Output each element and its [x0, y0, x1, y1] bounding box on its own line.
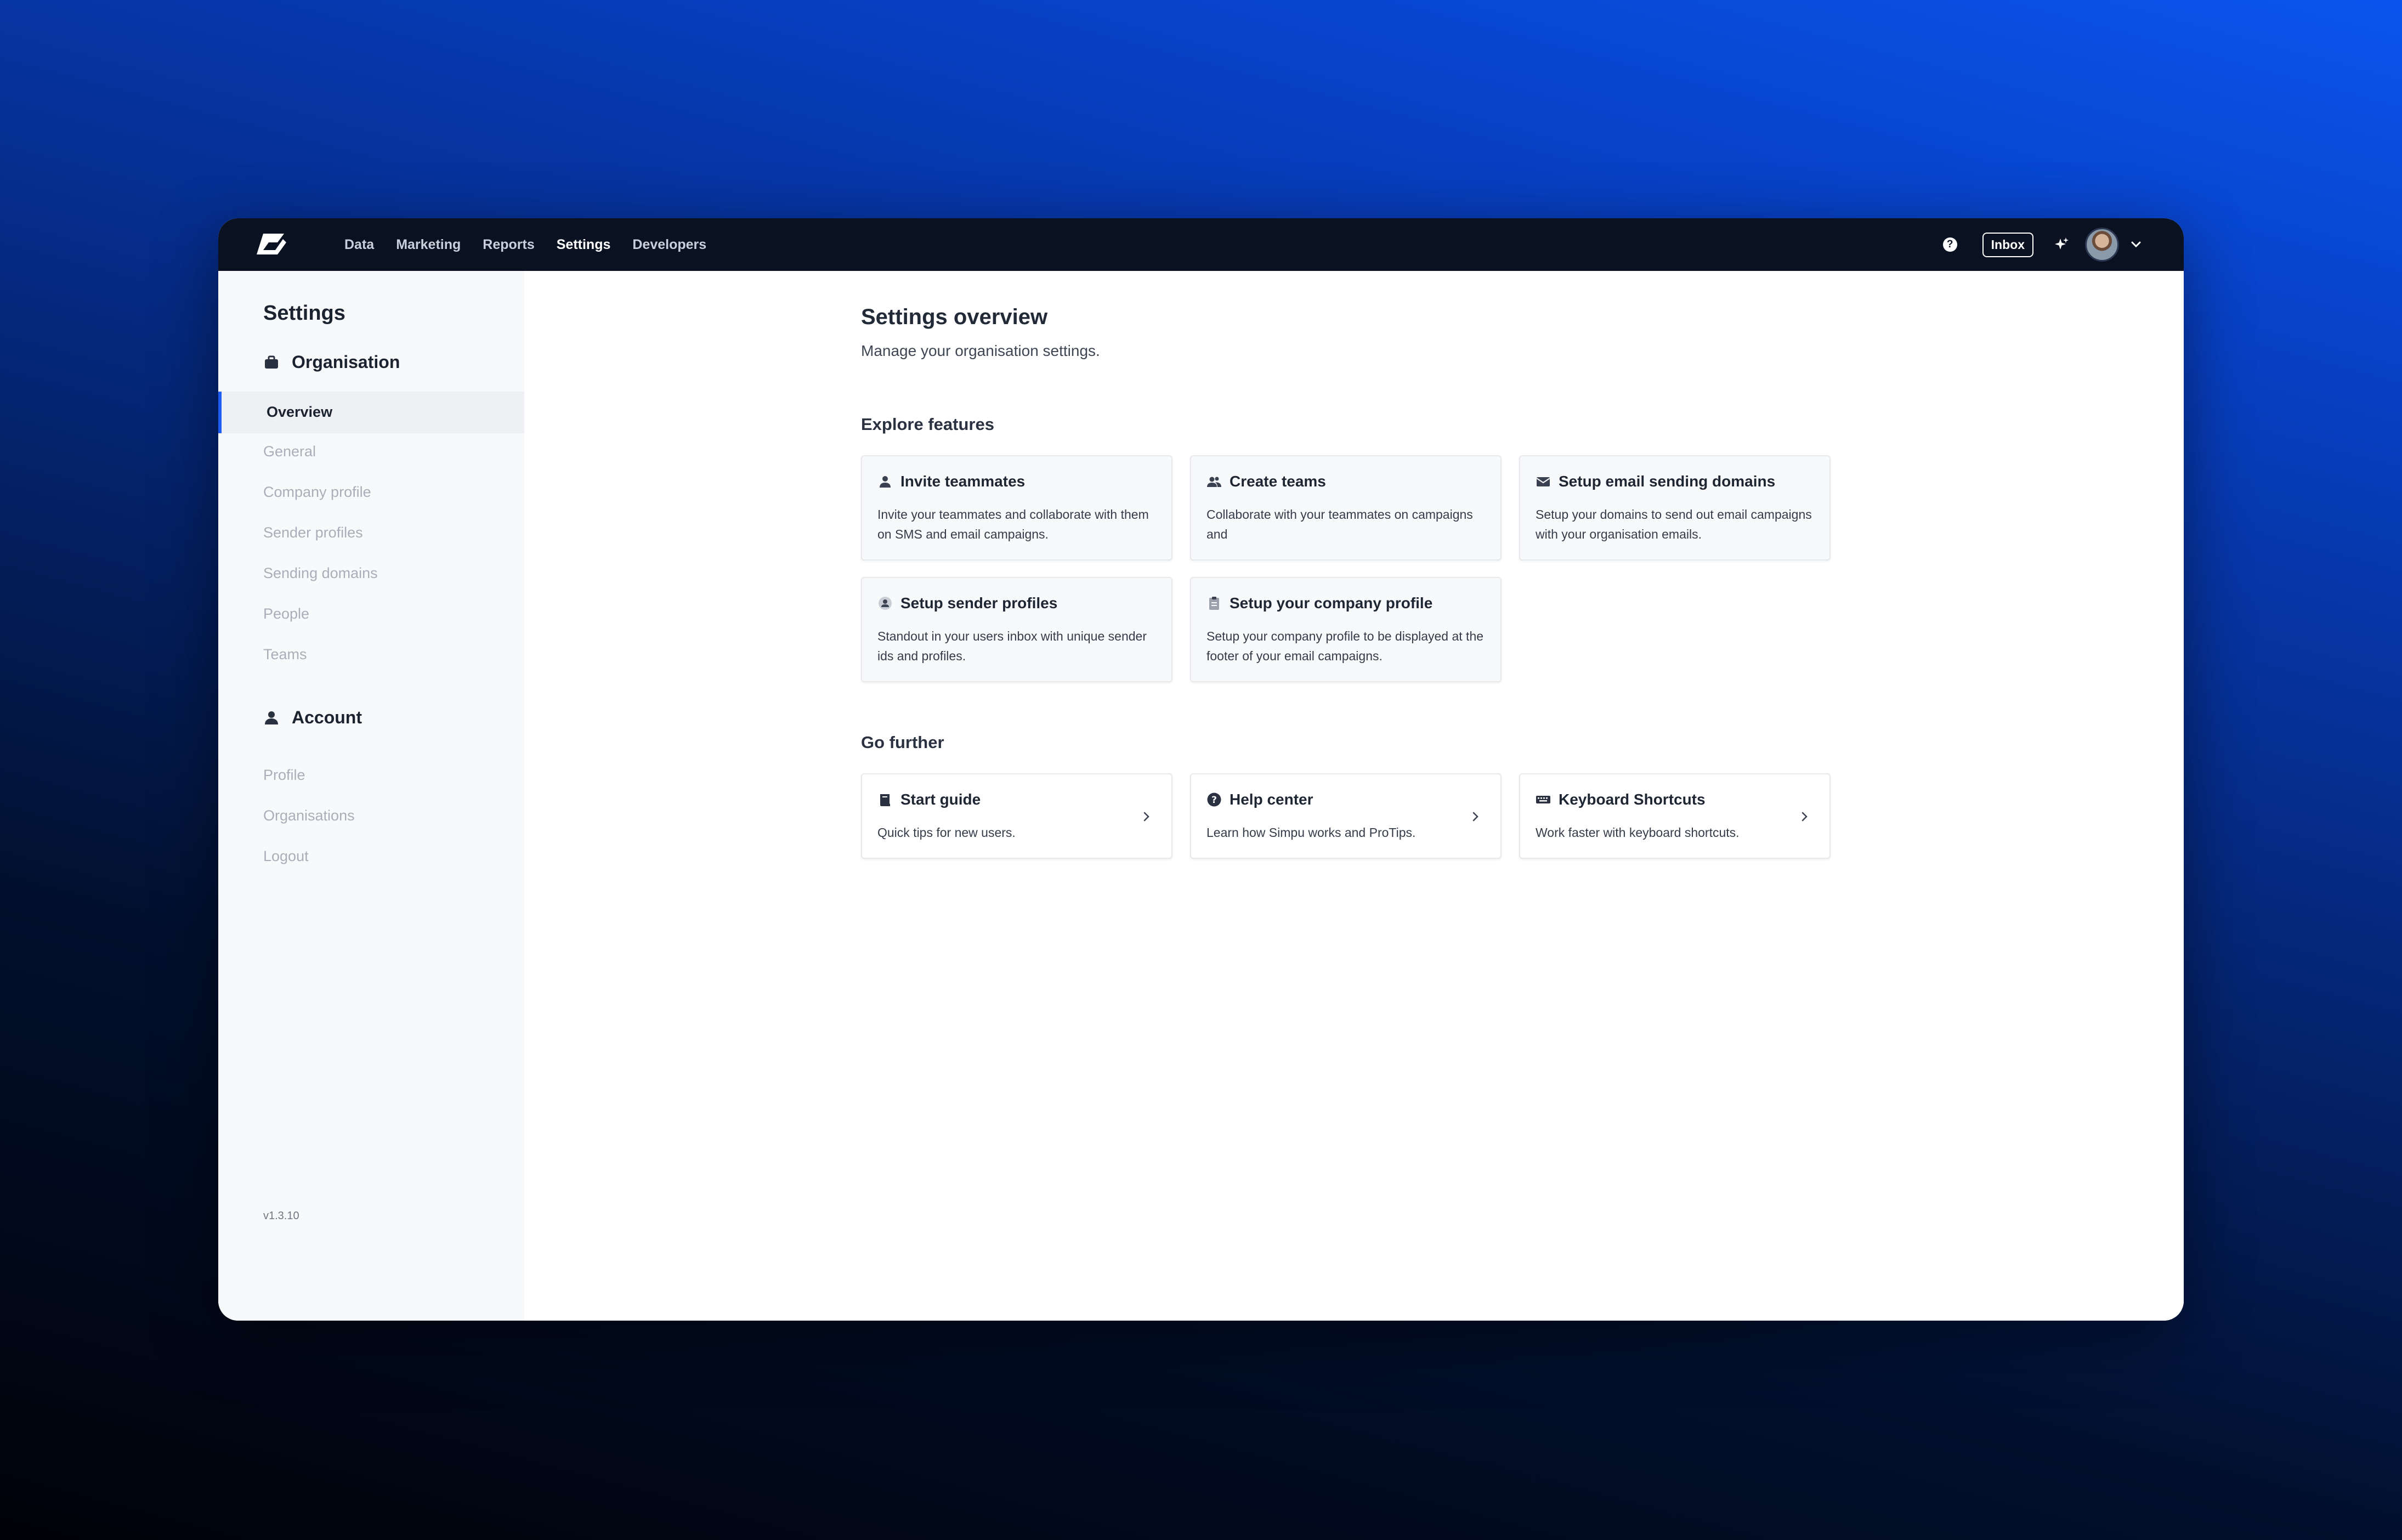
nav-actions: ? Inbox: [1942, 218, 2142, 271]
sidebar-item-sending-domains[interactable]: Sending domains: [263, 565, 378, 582]
sidebar-item-organisations[interactable]: Organisations: [263, 807, 355, 824]
app-window: Data Marketing Reports Settings Develope…: [218, 218, 2184, 1321]
sidebar-item-label: Overview: [267, 404, 333, 420]
card-title: Setup sender profiles: [900, 595, 1058, 612]
sidebar-section-organisation: Organisation: [263, 352, 400, 372]
feature-card-company-profile[interactable]: Setup your company profile Setup your co…: [1190, 577, 1502, 682]
card-title-row: ? Help center: [1206, 791, 1313, 808]
card-description: Setup your domains to send out email cam…: [1536, 507, 1812, 541]
chevron-right-icon: [1802, 812, 1808, 822]
card-title-row: Create teams: [1206, 473, 1326, 490]
feature-card-sender-profiles[interactable]: Setup sender profiles Standout in your u…: [861, 577, 1172, 682]
sidebar-item-logout[interactable]: Logout: [263, 848, 309, 865]
sidebar-item-people[interactable]: People: [263, 605, 309, 622]
card-title: Start guide: [900, 791, 981, 808]
sidebar-section-account: Account: [263, 707, 362, 728]
nav-developers[interactable]: Developers: [632, 237, 706, 253]
card-title: Invite teammates: [900, 473, 1026, 490]
book-icon: [880, 794, 890, 806]
feature-card-email-domains[interactable]: Setup email sending domains Setup your d…: [1519, 455, 1831, 560]
page-title: Settings overview: [861, 305, 1048, 329]
sparkle-icon[interactable]: [2053, 236, 2070, 253]
user-icon: [265, 711, 278, 724]
card-title-row: Keyboard Shortcuts: [1536, 791, 1706, 808]
card-description: Setup your company profile to be display…: [1206, 629, 1484, 663]
profile-circle-icon: [879, 597, 892, 610]
card-description: Standout in your users inbox with unique…: [877, 629, 1147, 663]
card-title: Setup your company profile: [1230, 595, 1433, 612]
sidebar-title: Settings: [263, 302, 345, 325]
sidebar-item-teams[interactable]: Teams: [263, 646, 307, 663]
clipboard-icon: [1209, 597, 1219, 610]
settings-sidebar: Settings Organisation Overview General C…: [218, 271, 524, 1321]
card-description: Invite your teammates and collaborate wi…: [877, 507, 1149, 541]
app-version: v1.3.10: [263, 1210, 299, 1222]
envelope-icon: [1536, 477, 1550, 486]
sidebar-item-profile[interactable]: Profile: [263, 767, 305, 784]
keyboard-shortcuts-card[interactable]: Keyboard Shortcuts Work faster with keyb…: [1519, 773, 1831, 859]
top-nav: Data Marketing Reports Settings Develope…: [218, 218, 2184, 271]
svg-text:?: ?: [1211, 795, 1217, 806]
user-icon: [880, 476, 891, 488]
go-further-heading: Go further: [861, 733, 944, 752]
user-avatar[interactable]: [2085, 228, 2119, 262]
main-nav: Data Marketing Reports Settings Develope…: [344, 218, 706, 271]
sidebar-item-company-profile[interactable]: Company profile: [263, 484, 371, 501]
card-description: Work faster with keyboard shortcuts.: [1536, 825, 1740, 840]
sidebar-item-general[interactable]: General: [263, 443, 316, 460]
sidebar-item-overview[interactable]: Overview: [218, 392, 524, 433]
inbox-button[interactable]: Inbox: [1982, 232, 2033, 257]
explore-features-heading: Explore features: [861, 415, 994, 434]
card-title-row: Setup email sending domains: [1536, 473, 1775, 490]
card-title: Keyboard Shortcuts: [1559, 791, 1706, 808]
chevron-right-icon: [1143, 812, 1149, 822]
feature-card-invite-teammates[interactable]: Invite teammates Invite your teammates a…: [861, 455, 1172, 560]
main-content: Settings overview Manage your organisati…: [524, 271, 2184, 1321]
nav-marketing[interactable]: Marketing: [396, 237, 461, 253]
card-description: Quick tips for new users.: [877, 825, 1016, 840]
card-title-row: Invite teammates: [877, 473, 1025, 490]
card-title: Create teams: [1230, 473, 1326, 490]
nav-data[interactable]: Data: [344, 237, 374, 253]
users-icon: [1207, 477, 1221, 487]
card-title-row: Setup sender profiles: [877, 595, 1057, 612]
nav-reports[interactable]: Reports: [483, 237, 534, 253]
question-circle-icon: ?: [1207, 792, 1221, 807]
card-title: Help center: [1230, 791, 1313, 808]
card-title: Setup email sending domains: [1559, 473, 1776, 490]
feature-card-create-teams[interactable]: Create teams Collaborate with your teamm…: [1190, 455, 1502, 560]
card-description: Collaborate with your teammates on campa…: [1206, 507, 1473, 541]
help-center-card[interactable]: ? Help center Learn how Simpu works and …: [1190, 773, 1502, 859]
start-guide-card[interactable]: Start guide Quick tips for new users.: [861, 773, 1172, 859]
help-icon[interactable]: ?: [1942, 237, 1957, 252]
sidebar-section-label: Account: [292, 707, 362, 727]
card-description: Learn how Simpu works and ProTips.: [1206, 825, 1416, 840]
chevron-right-icon: [1472, 812, 1478, 822]
card-title-row: Start guide: [877, 791, 981, 808]
chevron-down-icon[interactable]: [2130, 239, 2142, 251]
nav-settings[interactable]: Settings: [557, 237, 611, 253]
briefcase-icon: [265, 355, 278, 369]
page-subtitle: Manage your organisation settings.: [861, 342, 1100, 359]
simpu-logo[interactable]: [252, 230, 288, 258]
sidebar-item-sender-profiles[interactable]: Sender profiles: [263, 524, 363, 541]
keyboard-icon: [1536, 796, 1550, 803]
card-title-row: Setup your company profile: [1206, 595, 1432, 612]
sidebar-section-label: Organisation: [292, 352, 400, 372]
